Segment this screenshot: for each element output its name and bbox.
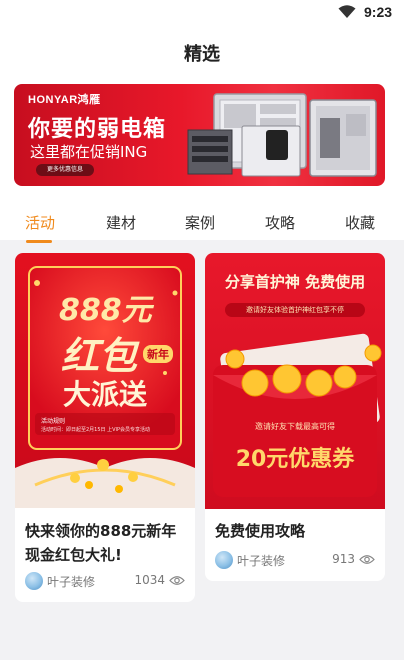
poster-word: 红包: [61, 334, 138, 378]
promo-banner[interactable]: HONYAR鸿雁 你要的弱电箱 这里都在促销ING 更多优惠信息: [14, 84, 385, 186]
banner-brand: HONYAR鸿雁: [28, 94, 101, 106]
author-name: 叶子装修: [47, 575, 96, 589]
status-bar: 9:23: [0, 0, 404, 26]
tab-materials[interactable]: 建材: [106, 212, 136, 233]
card-title: 免费使用攻略: [215, 522, 306, 540]
poster-headline: 大派送: [63, 378, 148, 411]
poster-headline: 分享首护神 免费使用: [224, 273, 366, 291]
author-avatar: [25, 572, 43, 590]
view-count: 913: [332, 552, 355, 566]
poster-coupon: 20元优惠券: [235, 447, 355, 472]
poster-amount: 888元: [59, 293, 152, 328]
author-name: 叶子装修: [237, 554, 286, 568]
poster-sub: 邀请好友体验首护神红包享不停: [246, 306, 344, 314]
card-meta: 叶子装修 1034: [25, 571, 185, 591]
poster-invite: 邀请好友下载最高可得: [255, 422, 335, 431]
article-card[interactable]: 888元 红包 新年 大派送 活动规则 活动时间：即日起至2月15日 上VIP会…: [15, 253, 195, 602]
poster-rules-text: 活动时间：即日起至2月15日 上VIP会员专享活动: [41, 427, 151, 433]
article-card[interactable]: 分享首护神 免费使用 邀请好友体验首护神红包享不停 邀请好友下载最高可得 20元…: [205, 253, 385, 581]
eye-icon: [169, 576, 185, 585]
wifi-icon: [338, 5, 356, 18]
author-avatar: [215, 551, 233, 569]
active-tab-indicator: [26, 240, 52, 243]
category-tabs: 活动 建材 案例 攻略 收藏: [0, 206, 404, 243]
banner-page-dots: [198, 177, 222, 186]
view-count: 1034: [134, 573, 165, 587]
eye-icon: [359, 555, 375, 564]
banner-more-button[interactable]: 更多优惠信息: [36, 164, 94, 176]
page-title: 精选: [184, 44, 220, 65]
banner-subline: 这里都在促销ING: [30, 143, 148, 161]
poster-rules-title: 活动规则: [41, 418, 66, 425]
distribution-box-image: [187, 93, 377, 177]
tab-guides[interactable]: 攻略: [265, 212, 295, 233]
tab-activity[interactable]: 活动: [25, 212, 55, 233]
tab-favorites[interactable]: 收藏: [345, 212, 375, 233]
status-time: 9:23: [364, 4, 393, 20]
poster-tag: 新年: [143, 345, 173, 363]
card-meta: 叶子装修 913: [215, 550, 375, 570]
tab-cases[interactable]: 案例: [185, 212, 215, 233]
banner-headline: 你要的弱电箱: [28, 117, 167, 142]
card-title: 快来领你的888元新年 现金红包大礼!: [25, 522, 177, 564]
